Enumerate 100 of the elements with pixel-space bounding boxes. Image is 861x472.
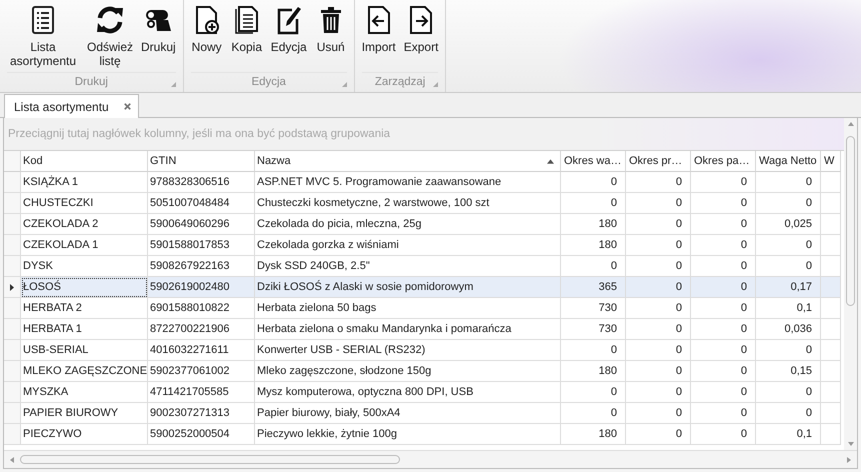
- table-cell: 0,025: [756, 214, 821, 235]
- group-panel-hint: Przeciągnij tutaj nagłówek kolumny, jeśli ma ona być podstawą grupowania: [8, 128, 390, 140]
- scrollbar-thumb[interactable]: [846, 136, 855, 306]
- table-cell: 0: [626, 319, 691, 340]
- dialog-launcher-icon[interactable]: [433, 82, 438, 87]
- scroll-right-icon[interactable]: [847, 456, 851, 462]
- column-header[interactable]: Okres pr…: [626, 151, 691, 172]
- table-cell: 5900649060296: [148, 214, 255, 235]
- table-cell: CZEKOLADA 2: [21, 214, 148, 235]
- table-cell: 730: [561, 319, 626, 340]
- table-cell: 0,17: [756, 277, 821, 298]
- table-cell: 0: [626, 193, 691, 214]
- scrollbar-thumb[interactable]: [20, 455, 400, 464]
- table-cell: 0: [691, 361, 756, 382]
- column-header[interactable]: Nazwa: [255, 151, 561, 172]
- table-cell: 0: [691, 382, 756, 403]
- table-cell: MLEKO ZAGĘSZCZONE: [21, 361, 148, 382]
- table-cell: 0,1: [756, 424, 821, 445]
- table-cell: MYSZKA: [21, 382, 148, 403]
- close-icon[interactable]: [122, 102, 132, 111]
- dialog-launcher-icon[interactable]: [170, 82, 176, 87]
- table-cell: 0: [561, 193, 626, 214]
- ribbon-button[interactable]: Drukuj: [137, 4, 180, 54]
- table-cell: 0: [626, 361, 691, 382]
- table-cell: 8722700221906: [148, 319, 255, 340]
- row-indicator[interactable]: [4, 277, 21, 298]
- table-cell: 4711421705585: [148, 382, 255, 403]
- table-cell: Chusteczki kosmetyczne, 2 warstwowe, 100 szt: [255, 193, 561, 214]
- table-cell: [821, 235, 841, 256]
- table-cell: [821, 424, 841, 445]
- group-label: Drukuj: [74, 76, 108, 88]
- scroll-left-icon[interactable]: [10, 456, 14, 462]
- table-cell: [821, 214, 841, 235]
- table-cell: ŁOSOŚ: [21, 277, 148, 298]
- column-header[interactable]: Okres pa…: [691, 151, 756, 172]
- column-header[interactable]: Kod: [21, 151, 148, 172]
- table-cell: [821, 277, 841, 298]
- table-cell: [821, 340, 841, 361]
- table-cell: PAPIER BIUROWY: [21, 403, 148, 424]
- scroll-down-icon[interactable]: [848, 442, 854, 446]
- table-cell: HERBATA 1: [21, 319, 148, 340]
- table-cell: [821, 319, 841, 340]
- table-cell: 0,036: [756, 319, 821, 340]
- table-cell: 0: [626, 403, 691, 424]
- table-cell: 9002307271313: [148, 403, 255, 424]
- ribbon-button[interactable]: Odśwież listę: [83, 4, 137, 68]
- table-cell: 5051007048484: [148, 193, 255, 214]
- table-cell: 0: [691, 193, 756, 214]
- table-cell: 0: [691, 403, 756, 424]
- table-cell: 6901588010822: [148, 298, 255, 319]
- table-cell: 0: [626, 277, 691, 298]
- ribbon-button[interactable]: Nowy: [186, 4, 227, 54]
- table-cell: 0: [626, 298, 691, 319]
- table-cell: PIECZYWO: [21, 424, 148, 445]
- table-cell: Herbata zielona 50 bags: [255, 298, 561, 319]
- column-header[interactable]: W: [821, 151, 841, 172]
- table-cell: 0,1: [756, 298, 821, 319]
- column-header[interactable]: Waga Netto: [756, 151, 821, 172]
- dialog-launcher-icon[interactable]: [342, 82, 347, 87]
- refresh-icon: [94, 4, 126, 36]
- ribbon-button[interactable]: Lista asortymentu: [3, 4, 83, 68]
- table-cell: 0: [626, 340, 691, 361]
- table-cell: 180: [561, 361, 626, 382]
- table-cell: 0: [691, 319, 756, 340]
- table-cell: 0: [626, 214, 691, 235]
- table-cell: 0: [691, 298, 756, 319]
- table-cell: CHUSTECZKI: [21, 193, 148, 214]
- table-cell: 0: [691, 214, 756, 235]
- table-cell: 730: [561, 298, 626, 319]
- scroll-up-icon[interactable]: [848, 122, 854, 126]
- table-cell: Herbata zielona o smaku Mandarynka i pomarańcza: [255, 319, 561, 340]
- table-cell: 0: [756, 172, 821, 193]
- table-cell: Konwerter USB - SERIAL (RS232): [255, 340, 561, 361]
- table-cell: [821, 193, 841, 214]
- column-header[interactable]: Okres wa…: [561, 151, 626, 172]
- table-cell: CZEKOLADA 1: [21, 235, 148, 256]
- table-cell: USB-SERIAL: [21, 340, 148, 361]
- table-cell: Mysz komputerowa, optyczna 800 DPI, USB: [255, 382, 561, 403]
- table-cell: 365: [561, 277, 626, 298]
- column-header[interactable]: GTIN: [148, 151, 255, 172]
- table-cell: ASP.NET MVC 5. Programowanie zaawansowane: [255, 172, 561, 193]
- table-cell: 180: [561, 214, 626, 235]
- table-cell: 180: [561, 424, 626, 445]
- ribbon-button[interactable]: Import: [358, 4, 400, 54]
- table-cell: 0: [691, 424, 756, 445]
- group-label: Edycja: [251, 76, 286, 88]
- ribbon-button[interactable]: Usuń: [310, 4, 351, 54]
- table-cell: Pieczywo lekkie, żytnie 100g: [255, 424, 561, 445]
- table-cell: HERBATA 2: [21, 298, 148, 319]
- table-cell: 0: [561, 172, 626, 193]
- table-cell: 4016032271611: [148, 340, 255, 361]
- document-tab[interactable]: Lista asortymentu: [4, 94, 139, 118]
- table-cell: Mleko zagęszczone, słodzone 150g: [255, 361, 561, 382]
- ribbon-button[interactable]: Export: [400, 4, 442, 54]
- ribbon-button[interactable]: Kopia: [226, 4, 267, 54]
- current-row-icon: [10, 284, 14, 290]
- table-cell: 0: [756, 382, 821, 403]
- table-cell: 0: [691, 277, 756, 298]
- table-cell: 0: [626, 382, 691, 403]
- ribbon-button[interactable]: Edycja: [266, 4, 311, 54]
